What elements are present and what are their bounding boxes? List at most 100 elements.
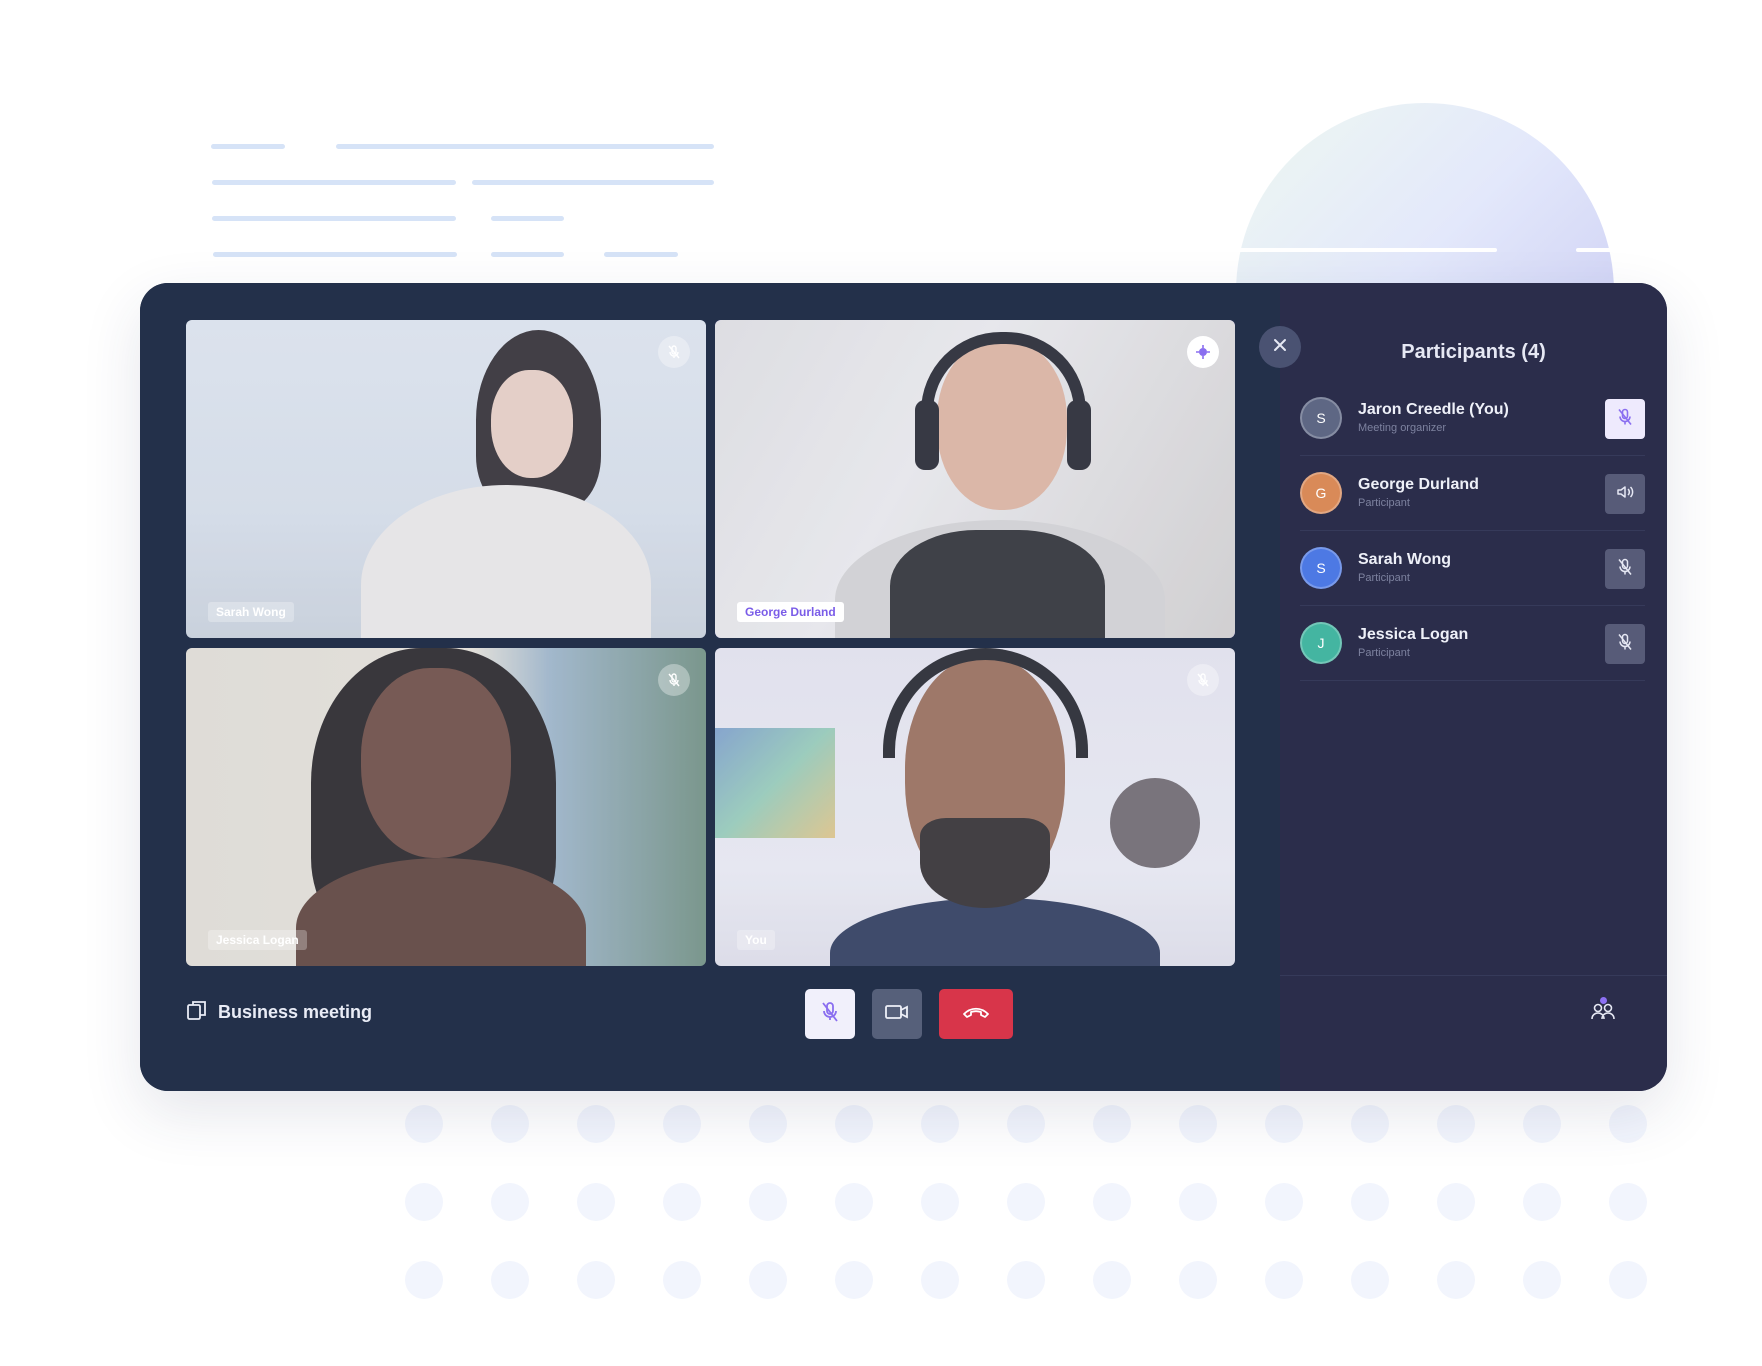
- decorative-dot: [1523, 1183, 1561, 1221]
- participant-row[interactable]: S Sarah Wong Participant: [1300, 531, 1645, 606]
- decorative-dot: [1007, 1105, 1045, 1143]
- decorative-dot: [1523, 1261, 1561, 1299]
- speaker-icon: [1615, 482, 1635, 507]
- mute-participant-button[interactable]: [1605, 624, 1645, 664]
- participant-name: Jessica Logan: [1358, 626, 1469, 643]
- participant-row[interactable]: S Jaron Creedle (You) Meeting organizer: [1300, 381, 1645, 456]
- decorative-dot-grid: [405, 1105, 1675, 1355]
- close-panel-button[interactable]: [1259, 326, 1301, 368]
- decorative-circle-line: [1235, 248, 1497, 252]
- video-tile-george-durland[interactable]: George Durland: [715, 320, 1235, 638]
- participant-row[interactable]: J Jessica Logan Participant: [1300, 606, 1645, 681]
- copy-icon[interactable]: [186, 999, 208, 1026]
- participant-list: S Jaron Creedle (You) Meeting organizer …: [1300, 381, 1645, 681]
- mic-off-icon: [1187, 664, 1219, 696]
- decorative-dot: [1351, 1183, 1389, 1221]
- end-call-button[interactable]: [939, 989, 1013, 1039]
- decorative-dot: [1609, 1105, 1647, 1143]
- video-tile-jessica-logan[interactable]: Jessica Logan: [186, 648, 706, 966]
- decorative-dot: [491, 1183, 529, 1221]
- meeting-name: Business meeting: [218, 1002, 373, 1022]
- decorative-dot: [405, 1183, 443, 1221]
- video-call-window: Sarah Wong George Durland Jessica Logan …: [140, 283, 1667, 1091]
- avatar: S: [1300, 547, 1342, 589]
- avatar: J: [1300, 622, 1342, 664]
- decorative-dot: [749, 1105, 787, 1143]
- mute-button[interactable]: [805, 989, 855, 1039]
- name-tag: You: [737, 930, 775, 950]
- camera-button[interactable]: [872, 989, 922, 1039]
- avatar: S: [1300, 397, 1342, 439]
- decorative-dot: [577, 1105, 615, 1143]
- decorative-dot: [921, 1105, 959, 1143]
- video-tile-you[interactable]: You: [715, 648, 1235, 966]
- participant-role: Meeting organizer: [1358, 422, 1447, 434]
- decorative-dot: [835, 1183, 873, 1221]
- hang-up-icon: [961, 1002, 991, 1027]
- mic-off-icon: [818, 1000, 842, 1029]
- participant-audio-button[interactable]: [1605, 474, 1645, 514]
- participant-role: Participant: [1358, 572, 1410, 584]
- video-stage: Sarah Wong George Durland Jessica Logan …: [140, 283, 1280, 1091]
- decorative-dot: [577, 1261, 615, 1299]
- name-tag: Sarah Wong: [208, 602, 294, 622]
- decorative-dot: [835, 1105, 873, 1143]
- camera-icon: [884, 1000, 910, 1029]
- people-icon: [1588, 1003, 1618, 1029]
- participant-name: Jaron Creedle (You): [1358, 401, 1509, 418]
- decorative-dot: [1437, 1261, 1475, 1299]
- decorative-dot: [749, 1183, 787, 1221]
- participants-toggle-button[interactable]: [1588, 995, 1618, 1030]
- decorative-dot: [1007, 1183, 1045, 1221]
- name-tag: Jessica Logan: [208, 930, 307, 950]
- decorative-dot: [663, 1261, 701, 1299]
- participant-row[interactable]: G George Durland Participant: [1300, 456, 1645, 531]
- avatar: G: [1300, 472, 1342, 514]
- meeting-title: Business meeting: [186, 999, 372, 1026]
- decorative-dot: [1093, 1261, 1131, 1299]
- mute-participant-button[interactable]: [1605, 549, 1645, 589]
- participant-name: George Durland: [1358, 476, 1479, 493]
- decorative-dot: [1609, 1183, 1647, 1221]
- decorative-dot: [749, 1261, 787, 1299]
- participant-role: Participant: [1358, 647, 1410, 659]
- decorative-dot: [405, 1261, 443, 1299]
- decorative-dot: [1437, 1105, 1475, 1143]
- call-controls: [805, 989, 1013, 1039]
- decorative-dot: [663, 1183, 701, 1221]
- decorative-dot: [1179, 1183, 1217, 1221]
- decorative-dot: [835, 1261, 873, 1299]
- decorative-dot: [1093, 1105, 1131, 1143]
- decorative-dot: [1351, 1105, 1389, 1143]
- mic-off-icon: [658, 664, 690, 696]
- participant-name: Sarah Wong: [1358, 551, 1452, 568]
- participant-role: Participant: [1358, 497, 1410, 509]
- decorative-dot: [1437, 1183, 1475, 1221]
- decorative-dot: [1093, 1183, 1131, 1221]
- decorative-dot: [1179, 1261, 1217, 1299]
- mic-off-icon: [1615, 632, 1635, 657]
- mute-participant-button[interactable]: [1605, 399, 1645, 439]
- panel-divider: [1280, 975, 1667, 976]
- decorative-dot: [1609, 1261, 1647, 1299]
- video-tile-sarah-wong[interactable]: Sarah Wong: [186, 320, 706, 638]
- decorative-dot: [1523, 1105, 1561, 1143]
- decorative-dot: [1265, 1261, 1303, 1299]
- decorative-dot: [1007, 1261, 1045, 1299]
- decorative-dot: [663, 1105, 701, 1143]
- decorative-dot: [1179, 1105, 1217, 1143]
- speaking-icon: [1187, 336, 1219, 368]
- decorative-dot: [921, 1261, 959, 1299]
- close-icon: [1272, 337, 1288, 358]
- decorative-dot: [491, 1105, 529, 1143]
- mic-off-icon: [658, 336, 690, 368]
- decorative-dot: [491, 1261, 529, 1299]
- name-tag: George Durland: [737, 602, 844, 622]
- mic-off-icon: [1615, 407, 1635, 432]
- mic-off-icon: [1615, 557, 1635, 582]
- decorative-dot: [577, 1183, 615, 1221]
- decorative-dot: [1351, 1261, 1389, 1299]
- decorative-circle-line: [1576, 248, 1616, 252]
- decorative-dot: [1265, 1105, 1303, 1143]
- participants-panel: Participants (4) S Jaron Creedle (You) M…: [1280, 283, 1667, 1091]
